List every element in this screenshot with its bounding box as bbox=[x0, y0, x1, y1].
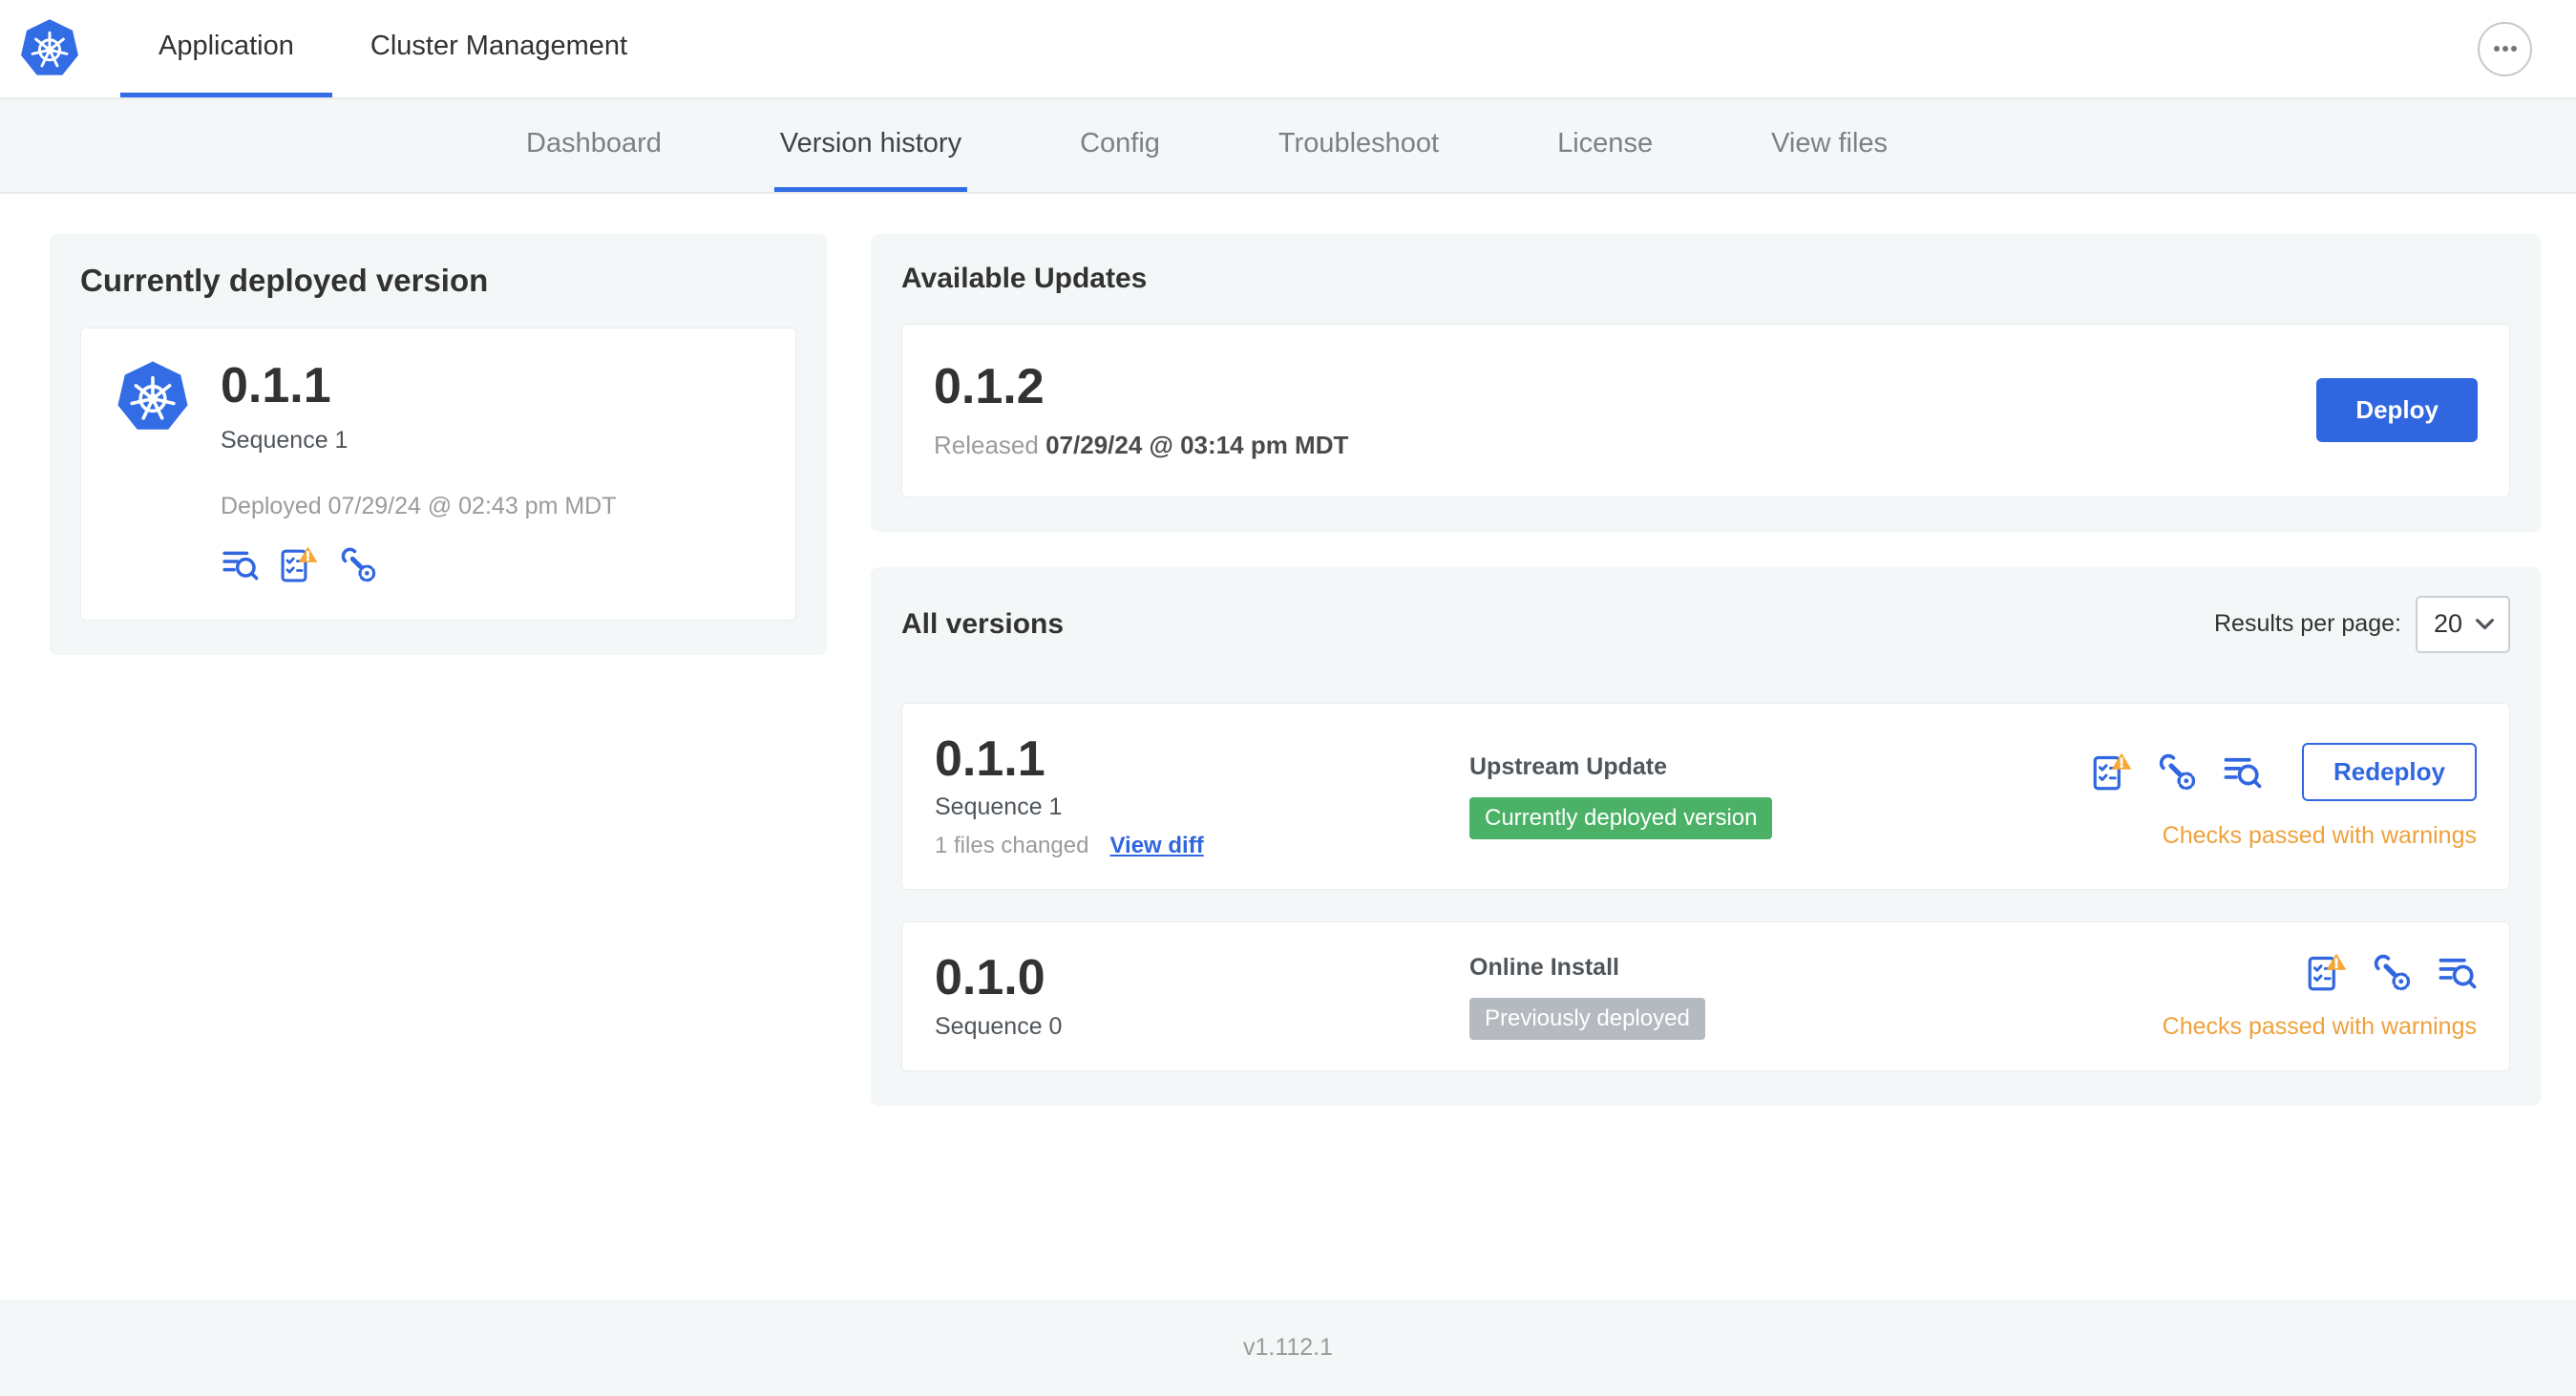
currently-deployed-panel: Currently deployed version 0.1.1 Sequenc… bbox=[50, 234, 827, 655]
all-versions-panel: All versions Results per page: 20 0.1.1 … bbox=[871, 566, 2541, 1107]
version-row: 0.1.0 Sequence 0 Online Install Previous… bbox=[901, 921, 2510, 1072]
available-update-card: 0.1.2 Released 07/29/24 @ 03:14 pm MDT D… bbox=[901, 324, 2510, 497]
all-versions-title: All versions bbox=[901, 607, 1065, 640]
subnav-tab-config[interactable]: Config bbox=[1074, 99, 1166, 192]
subnav-tab-troubleshoot[interactable]: Troubleshoot bbox=[1273, 99, 1445, 192]
edit-config-icon[interactable] bbox=[339, 545, 377, 583]
currently-deployed-card: 0.1.1 Sequence 1 Deployed 07/29/24 @ 02:… bbox=[80, 328, 796, 621]
preflight-checks-warning-icon[interactable] bbox=[2307, 952, 2347, 992]
top-navbar: Application Cluster Management bbox=[0, 0, 2576, 99]
preflight-checks-warning-icon[interactable] bbox=[280, 545, 318, 583]
subnav-tab-view-files[interactable]: View files bbox=[1765, 99, 1893, 192]
released-date-value: 07/29/24 @ 03:14 pm MDT bbox=[1045, 430, 1349, 459]
preflight-checks-warning-icon[interactable] bbox=[2092, 751, 2132, 792]
kubernetes-logo bbox=[19, 18, 80, 79]
released-date: Released 07/29/24 @ 03:14 pm MDT bbox=[934, 431, 1348, 460]
kubernetes-icon bbox=[116, 360, 190, 434]
all-versions-header: All versions Results per page: 20 bbox=[901, 595, 2510, 653]
files-changed-label: 1 files changed bbox=[935, 833, 1089, 859]
subnav-tab-dashboard[interactable]: Dashboard bbox=[520, 99, 667, 192]
deploy-logs-icon[interactable] bbox=[221, 545, 259, 583]
chevron-down-icon bbox=[2475, 618, 2495, 631]
deployed-actions bbox=[221, 545, 617, 583]
released-label: Released bbox=[934, 430, 1039, 459]
more-options-button[interactable] bbox=[2478, 21, 2532, 76]
currently-deployed-badge: Currently deployed version bbox=[1469, 796, 1773, 839]
previously-deployed-badge: Previously deployed bbox=[1469, 997, 1705, 1040]
deployed-sequence-label: Sequence 1 bbox=[221, 426, 348, 454]
checks-status: Checks passed with warnings bbox=[2162, 821, 2477, 849]
results-per-page-value: 20 bbox=[2433, 609, 2462, 639]
console-version-label: v1.112.1 bbox=[1242, 1334, 1334, 1361]
row-sequence-label: Sequence 1 bbox=[935, 793, 1063, 821]
deploy-logs-icon[interactable] bbox=[2222, 751, 2262, 792]
tab-cluster-management[interactable]: Cluster Management bbox=[332, 0, 665, 97]
ellipsis-icon bbox=[2488, 32, 2523, 66]
available-updates-panel: Available Updates 0.1.2 Released 07/29/2… bbox=[871, 234, 2541, 532]
redeploy-button[interactable]: Redeploy bbox=[2301, 742, 2477, 801]
deploy-button[interactable]: Deploy bbox=[2316, 378, 2478, 443]
edit-config-icon[interactable] bbox=[2372, 952, 2412, 992]
footer: v1.112.1 bbox=[0, 1300, 2576, 1396]
results-per-page: Results per page: 20 bbox=[2214, 595, 2510, 653]
tab-application[interactable]: Application bbox=[120, 0, 332, 97]
app-subnav: Dashboard Version history Config Trouble… bbox=[0, 99, 2576, 194]
checks-status: Checks passed with warnings bbox=[2162, 1013, 2477, 1041]
version-source-label: Online Install bbox=[1469, 953, 1619, 981]
subnav-tab-license[interactable]: License bbox=[1552, 99, 1658, 192]
version-row: 0.1.1 Sequence 1 1 files changed View di… bbox=[901, 702, 2510, 891]
edit-config-icon[interactable] bbox=[2157, 751, 2197, 792]
deployed-version-number: 0.1.1 bbox=[221, 358, 331, 413]
deployed-date: Deployed 07/29/24 @ 02:43 pm MDT bbox=[221, 492, 617, 519]
row-version-number: 0.1.0 bbox=[935, 950, 1045, 1006]
currently-deployed-title: Currently deployed version bbox=[80, 263, 489, 298]
deploy-logs-icon[interactable] bbox=[2437, 952, 2477, 992]
results-per-page-select[interactable]: 20 bbox=[2415, 595, 2510, 653]
main-content: Currently deployed version 0.1.1 Sequenc… bbox=[0, 194, 2576, 1107]
results-per-page-label: Results per page: bbox=[2214, 610, 2401, 638]
view-diff-link[interactable]: View diff bbox=[1109, 833, 1203, 859]
available-updates-title: Available Updates bbox=[901, 263, 1148, 294]
row-version-number: 0.1.1 bbox=[935, 730, 1045, 787]
row-sequence-label: Sequence 0 bbox=[935, 1012, 1063, 1040]
subnav-tab-version-history[interactable]: Version history bbox=[773, 99, 968, 192]
version-source-label: Upstream Update bbox=[1469, 752, 1667, 780]
update-version-number: 0.1.2 bbox=[934, 359, 1045, 414]
